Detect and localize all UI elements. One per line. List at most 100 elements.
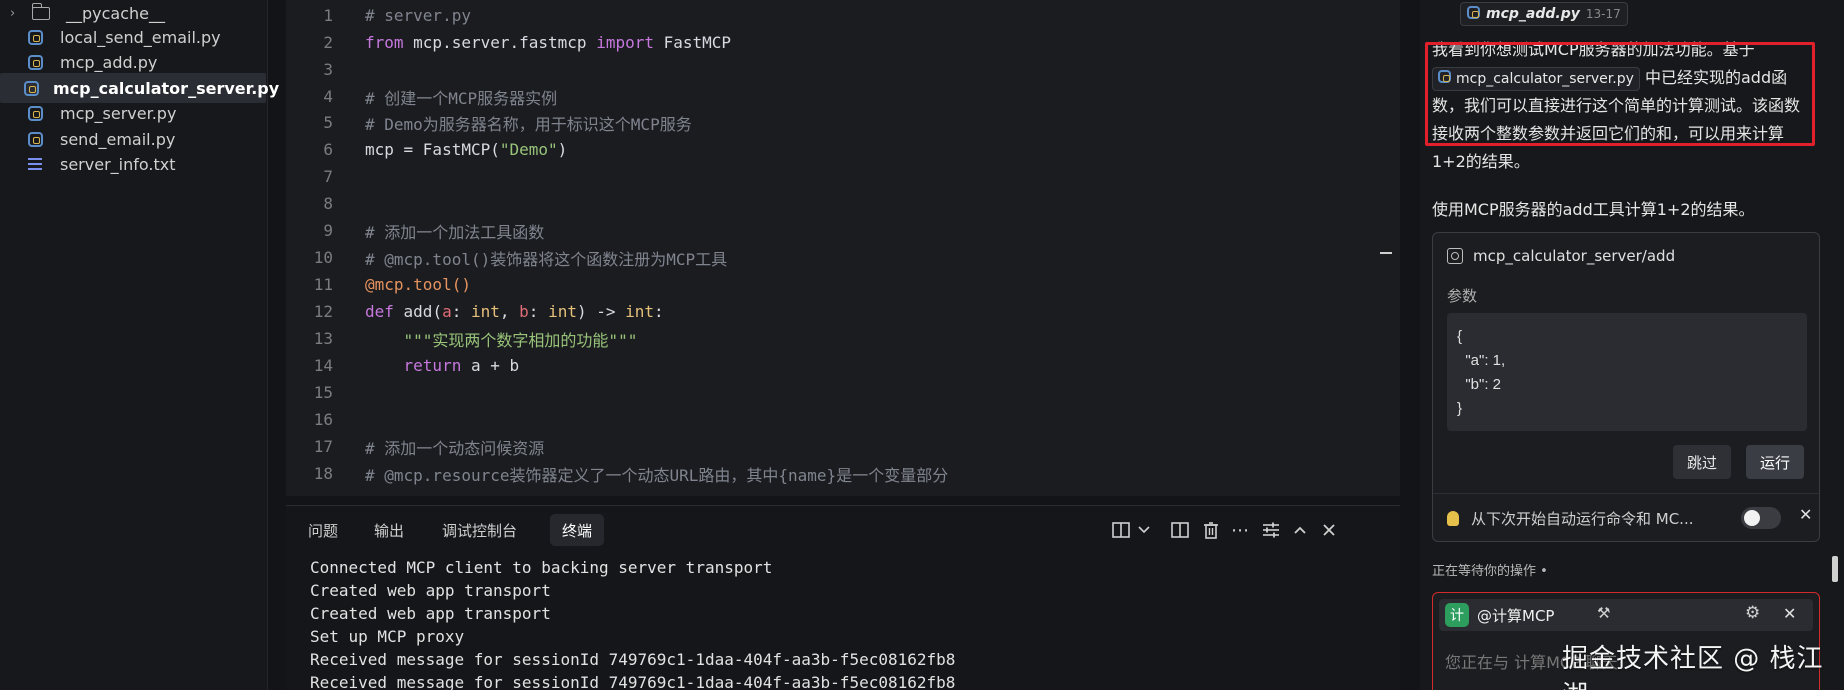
line-number: 11: [313, 275, 333, 294]
pane-divider[interactable]: [1400, 0, 1420, 690]
close-icon[interactable]: [1317, 518, 1341, 542]
divider: [1433, 493, 1819, 494]
file-label: server_info.txt: [60, 154, 176, 174]
line-number: 18: [313, 464, 333, 483]
code-text: return a + b: [365, 356, 520, 375]
close-icon[interactable]: ✕: [1783, 604, 1796, 623]
mcp-name[interactable]: @计算MCP: [1477, 605, 1554, 626]
terminal-line: Set up MCP proxy: [310, 627, 465, 646]
line-number: 7: [323, 167, 333, 186]
python-file-icon: [1438, 65, 1451, 93]
scrollbar-thumb[interactable]: [1832, 556, 1838, 582]
settings-sliders-icon[interactable]: [1259, 518, 1283, 542]
line-number: 16: [313, 410, 333, 429]
auto-run-toggle[interactable]: [1741, 507, 1781, 529]
bottom-panel: 问题 输出 调试控制台 终端 ⋯ Connected MCP client to…: [286, 505, 1400, 690]
import-name: FastMCP: [653, 33, 732, 52]
code-editor[interactable]: 1 # server.py 2 from mcp.server.fastmcp …: [286, 0, 1400, 496]
magic-wand-icon[interactable]: ⚒: [1597, 604, 1610, 622]
file-reference-chip[interactable]: mcp_add.py 13-17: [1460, 2, 1628, 26]
split-terminal-icon[interactable]: [1109, 518, 1133, 542]
python-file-icon: [1467, 5, 1480, 23]
lightbulb-icon: [1447, 510, 1459, 526]
type: int: [625, 302, 655, 321]
line-number: 14: [313, 356, 333, 375]
code-token: mcp = FastMCP(: [365, 140, 500, 159]
code-line: 8: [286, 190, 333, 217]
tab-terminal[interactable]: 终端: [550, 514, 605, 546]
text-file-icon: [24, 155, 46, 173]
auto-run-text: 从下次开始自动运行命令和 MC...: [1471, 509, 1694, 528]
type: int: [548, 302, 577, 321]
tool-call-title: mcp_calculator_server/add: [1473, 247, 1676, 265]
trash-icon[interactable]: [1199, 518, 1223, 542]
folder-icon: [30, 2, 52, 22]
keyword: return: [365, 356, 462, 375]
split-panel-icon[interactable]: [1168, 518, 1192, 542]
code-line: 13 """实现两个数字相加的功能""": [286, 325, 638, 352]
code-line: 14 return a + b: [286, 352, 519, 379]
skip-button[interactable]: 跳过: [1673, 445, 1732, 479]
chevron-up-icon[interactable]: [1288, 518, 1312, 542]
file-label: send_email.py: [60, 129, 176, 149]
param: b: [519, 302, 529, 321]
gear-icon[interactable]: ⚙: [1745, 603, 1760, 623]
param: a: [442, 302, 452, 321]
tab-debug-console[interactable]: 调试控制台: [430, 514, 529, 546]
code-token: :: [528, 302, 549, 321]
code-text: from mcp.server.fastmcp import FastMCP: [365, 33, 731, 52]
tab-output[interactable]: 输出: [362, 514, 416, 546]
file-label: __pycache__: [66, 3, 166, 23]
tab-problems[interactable]: 问题: [296, 514, 350, 546]
code-text: # Demo为服务器名称，用于标识这个MCP服务: [365, 114, 692, 134]
ref-file-name: mcp_add.py: [1486, 6, 1580, 22]
minimap-marker[interactable]: [1380, 252, 1392, 254]
line-number: 15: [313, 383, 333, 402]
message-text: 我看到你想测试MCP服务器的加法功能。基于: [1432, 40, 1755, 59]
code-text: # @mcp.tool()装饰器将这个函数注册为MCP工具: [365, 249, 728, 269]
code-text: # 添加一个加法工具函数: [365, 222, 545, 242]
mcp-context-bar: 计 @计算MCP ⚒ ⚙ ✕: [1439, 599, 1813, 631]
run-button[interactable]: 运行: [1746, 445, 1805, 479]
panel-tabs: 问题 输出 调试控制台 终端 ⋯: [286, 506, 1400, 552]
params-json: { "a": 1, "b": 2 }: [1447, 313, 1807, 431]
code-line: 6 mcp = FastMCP("Demo"): [286, 136, 567, 163]
code-text: def add(a: int, b: int) -> int:: [365, 302, 664, 321]
line-number: 10: [313, 248, 333, 267]
file-reference-chip[interactable]: mcp_calculator_server.py: [1432, 65, 1640, 93]
python-file-icon: [24, 28, 46, 46]
watermark: 掘金技术社区 @ 栈江湖: [1562, 644, 1824, 690]
assistant-message: 我看到你想测试MCP服务器的加法功能。基于 mcp_calculator_ser…: [1432, 36, 1812, 176]
code-text: mcp = FastMCP("Demo"): [365, 140, 567, 159]
line-number: 2: [323, 33, 333, 52]
keyword: from: [365, 33, 404, 52]
code-token: ,: [499, 302, 520, 321]
keyword: def: [365, 302, 394, 321]
code-token: a + b: [461, 356, 520, 375]
terminal-line: Created web app transport: [310, 604, 551, 623]
code-line: 11 @mcp.tool(): [286, 271, 471, 298]
close-icon[interactable]: ✕: [1799, 505, 1812, 524]
python-file-icon: [24, 130, 46, 148]
assistant-message: 使用MCP服务器的add工具计算1+2的结果。: [1432, 200, 1755, 219]
chevron-down-icon[interactable]: [1132, 518, 1156, 542]
code-text: # @mcp.resource装饰器定义了一个动态URL路由，其中{name}是…: [365, 465, 949, 485]
waiting-status: 正在等待你的操作 •: [1432, 564, 1548, 579]
code-token: ) ->: [576, 302, 626, 321]
code-token: ): [557, 140, 568, 159]
file-item-server-info[interactable]: server_info.txt: [0, 149, 266, 179]
code-line: 2 from mcp.server.fastmcp import FastMCP: [286, 29, 731, 56]
code-line: 9 # 添加一个加法工具函数: [286, 217, 544, 244]
auto-run-row: 从下次开始自动运行命令和 MC... ✕: [1447, 505, 1812, 531]
code-line: 12 def add(a: int, b: int) -> int:: [286, 298, 664, 325]
code-line: 15: [286, 379, 333, 406]
python-file-icon: [24, 79, 39, 97]
line-number: 9: [323, 221, 333, 240]
python-file-icon: [24, 53, 46, 71]
params-label: 参数: [1447, 287, 1478, 305]
more-icon[interactable]: ⋯: [1228, 518, 1252, 542]
code-text: # 添加一个动态问候资源: [365, 438, 545, 458]
tool-call-header: mcp_calculator_server/add: [1447, 247, 1675, 265]
file-label: mcp_add.py: [60, 52, 158, 72]
line-number: 6: [323, 140, 333, 159]
